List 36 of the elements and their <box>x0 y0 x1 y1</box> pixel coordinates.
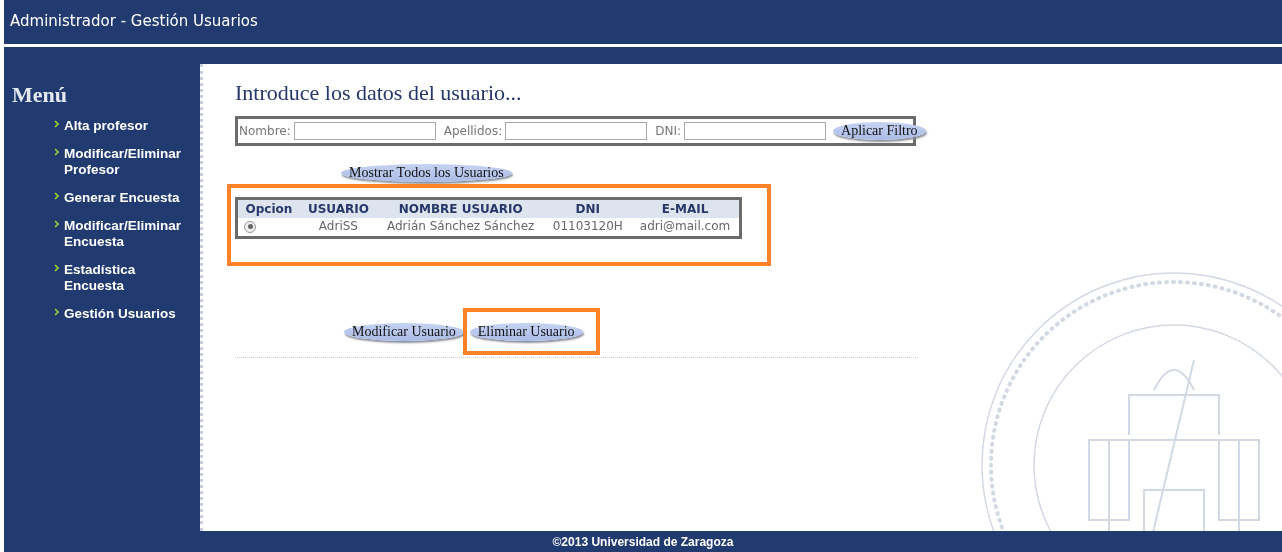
chevron-icon <box>54 192 59 200</box>
chevron-icon <box>54 120 59 128</box>
field-label: DNI: <box>655 124 681 138</box>
table-cell: Adrián Sánchez Sánchez <box>376 218 545 238</box>
filter-button[interactable]: Aplicar Filtro <box>833 122 926 140</box>
menu-link[interactable]: Modificar/Eliminar Encuesta <box>64 218 188 250</box>
table-cell: adri@mail.com <box>631 218 741 238</box>
menu-link[interactable]: Modificar/Eliminar Profesor <box>64 146 188 178</box>
page-title: Administrador - Gestión Usuarios <box>10 12 258 30</box>
column-header: E-MAIL <box>631 198 741 218</box>
column-header: NOMBRE USUARIO <box>376 198 545 218</box>
chevron-icon <box>54 220 59 228</box>
column-header: USUARIO <box>300 198 377 218</box>
menu-link[interactable]: Generar Encuesta <box>64 190 188 206</box>
table-cell: 01103120H <box>544 218 632 238</box>
show-all-button[interactable]: Mostrar Todos los Usuarios <box>341 164 512 182</box>
radio-button[interactable] <box>244 220 256 233</box>
column-header: DNI <box>544 198 632 218</box>
chevron-icon <box>54 264 59 272</box>
action-button[interactable]: Eliminar Usuario <box>469 323 583 341</box>
copyright-text: ©2013 Universidad de Zaragoza <box>552 534 734 549</box>
column-header: Opcion <box>236 198 300 218</box>
chevron-icon <box>54 148 59 156</box>
form-heading: Introduce los datos del usuario... <box>235 80 522 106</box>
menu-title: Menú <box>12 82 67 108</box>
action-button[interactable]: Modificar Usuario <box>344 323 464 341</box>
field-label: Apellidos: <box>443 124 503 138</box>
table-cell: AdriSS <box>300 218 377 238</box>
input-field[interactable] <box>505 122 648 140</box>
chevron-icon <box>54 308 59 316</box>
input-field[interactable] <box>684 122 826 140</box>
input-field[interactable] <box>293 122 436 140</box>
field-label: Nombre: <box>239 124 291 138</box>
menu-link[interactable]: Alta profesor <box>64 118 188 134</box>
menu-link[interactable]: Gestión Usuarios <box>64 306 188 322</box>
menu-link[interactable]: Estadística Encuesta <box>64 262 188 294</box>
